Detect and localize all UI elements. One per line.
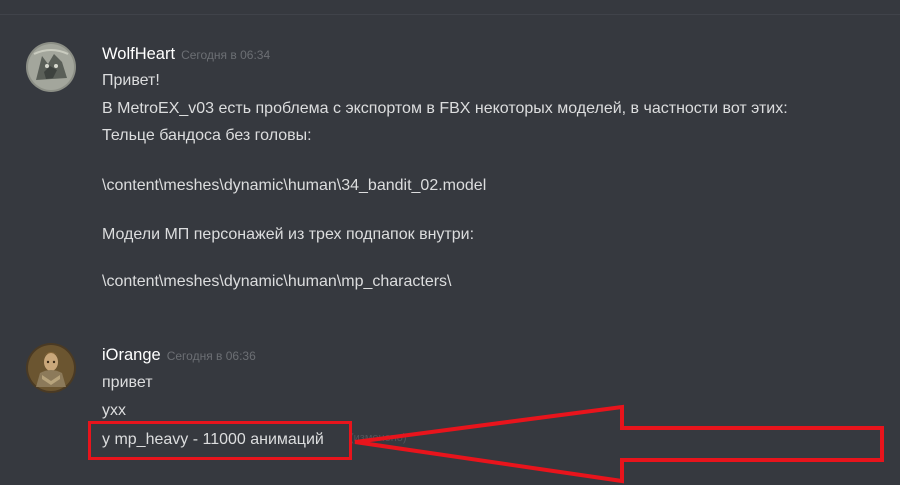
message-text: \content\meshes\dynamic\human\34_bandit_… — [102, 177, 487, 194]
highlight-box — [88, 421, 352, 460]
edited-tag: (изменено) — [350, 432, 407, 444]
message-text: привет — [102, 374, 153, 391]
username[interactable]: WolfHeart — [102, 45, 175, 63]
message-text: Тельце бандоса без головы: — [102, 127, 312, 144]
timestamp[interactable]: Сегодня в 06:34 — [181, 48, 270, 62]
message-header: iOrange Сегодня в 06:36 — [102, 346, 256, 370]
avatar-wolfheart[interactable] — [26, 42, 76, 92]
wolf-avatar-icon — [26, 42, 76, 92]
message-header: WolfHeart Сегодня в 06:34 — [102, 45, 270, 69]
timestamp[interactable]: Сегодня в 06:36 — [167, 349, 256, 363]
knight-avatar-icon — [26, 343, 76, 393]
message-text: \content\meshes\dynamic\human\mp_charact… — [102, 273, 452, 290]
chat-messages-area: WolfHeart Сегодня в 06:34 Привет! В Metro… — [0, 0, 900, 485]
message-divider — [0, 14, 900, 15]
username[interactable]: iOrange — [102, 346, 161, 364]
message-text: ухх — [102, 402, 126, 419]
message-text: В MetroEX_v03 есть проблема с экспортом … — [102, 100, 788, 117]
message-text: Привет! — [102, 72, 160, 89]
avatar-iorange[interactable] — [26, 343, 76, 393]
message-text: Модели МП персонажей из трех подпапок вн… — [102, 226, 475, 243]
